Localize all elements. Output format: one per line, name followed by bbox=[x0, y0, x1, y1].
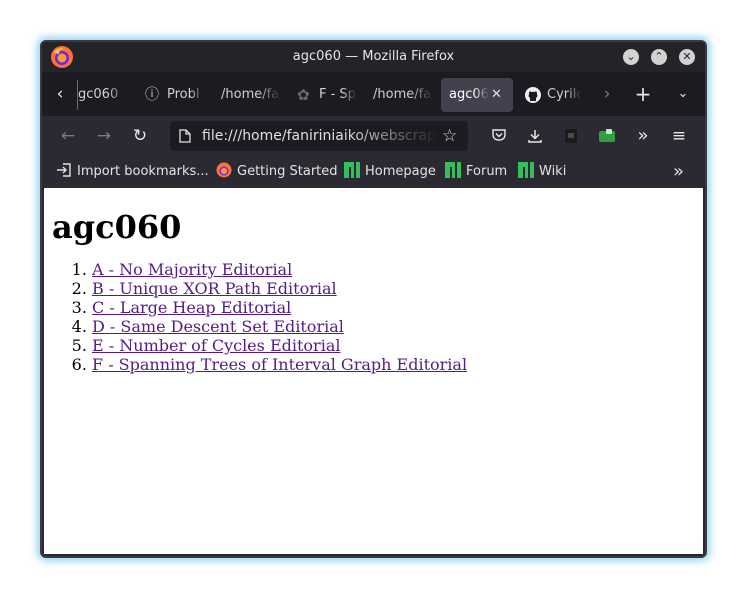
window-title: agc060 — Mozilla Firefox bbox=[292, 49, 455, 64]
bookmark-label: Import bookmarks... bbox=[77, 164, 209, 179]
bookmark-label: Homepage bbox=[365, 164, 436, 179]
tab-home-file-2[interactable]: /home/fa bbox=[373, 78, 433, 112]
list-item: C - Large Heap Editorial bbox=[92, 298, 467, 317]
back-arrow-icon[interactable]: ← bbox=[56, 124, 80, 148]
firefox-icon bbox=[216, 162, 232, 178]
bookmark-homepage[interactable]: Homepage bbox=[344, 156, 436, 188]
bookmarks-toolbar: Import bookmarks... Getting Started Home… bbox=[42, 156, 705, 189]
minimize-icon[interactable]: ⌄ bbox=[623, 49, 639, 65]
info-icon: ⓘ bbox=[145, 87, 159, 103]
bookmark-wiki[interactable]: Wiki bbox=[518, 156, 566, 188]
list-item: B - Unique XOR Path Editorial bbox=[92, 279, 467, 298]
editorial-link-e[interactable]: E - Number of Cycles Editorial bbox=[92, 336, 340, 355]
tab-spanning-trees[interactable]: ✿ F - Sp bbox=[297, 78, 359, 112]
list-item: D - Same Descent Set Editorial bbox=[92, 317, 467, 336]
maximize-icon[interactable]: ⌃ bbox=[651, 49, 667, 65]
atcoder-icon: ✿ bbox=[297, 86, 310, 104]
scroll-tabs-left-icon[interactable]: ‹ bbox=[48, 82, 72, 106]
tab-github-cyrilc[interactable]: Cyrilc bbox=[525, 78, 581, 112]
bookmark-label: Forum bbox=[466, 164, 508, 179]
tab-agc060-partial[interactable]: gc060 bbox=[78, 78, 128, 112]
scroll-tabs-right-icon[interactable]: › bbox=[595, 82, 619, 106]
more-tools-icon[interactable]: » bbox=[631, 124, 655, 148]
bookmark-star-icon[interactable]: ☆ bbox=[442, 121, 457, 151]
editorial-list: A - No Majority Editorial B - Unique XOR… bbox=[52, 260, 467, 374]
bookmark-label: Wiki bbox=[539, 164, 567, 179]
editorial-link-b[interactable]: B - Unique XOR Path Editorial bbox=[92, 279, 337, 298]
bookmark-label: Getting Started bbox=[237, 164, 338, 179]
manjaro-icon bbox=[344, 162, 360, 178]
list-item: E - Number of Cycles Editorial bbox=[92, 336, 467, 355]
tab-label: /home/fa bbox=[373, 87, 432, 102]
tab-problems[interactable]: ⓘ Probl bbox=[145, 78, 207, 112]
downloads-icon[interactable] bbox=[523, 124, 547, 148]
tab-label: gc060 bbox=[78, 87, 119, 102]
tab-label: agc060 bbox=[449, 87, 489, 102]
close-tab-icon[interactable]: ✕ bbox=[491, 78, 502, 112]
more-bookmarks-icon[interactable]: » bbox=[673, 156, 684, 188]
editorial-link-d[interactable]: D - Same Descent Set Editorial bbox=[92, 317, 344, 336]
forward-arrow-icon[interactable]: → bbox=[92, 124, 116, 148]
bookmark-getting-started[interactable]: Getting Started bbox=[216, 156, 338, 188]
tab-home-file-1[interactable]: /home/fa bbox=[221, 78, 281, 112]
list-item: F - Spanning Trees of Interval Graph Edi… bbox=[92, 355, 467, 374]
app-menu-icon[interactable]: ≡ bbox=[667, 124, 691, 148]
url-bar[interactable]: file:///home/faniriniaiko/webscrapping ☆ bbox=[170, 121, 468, 151]
title-bar[interactable]: agc060 — Mozilla Firefox ⌄ ⌃ ✕ bbox=[42, 42, 705, 72]
manjaro-icon bbox=[518, 162, 534, 178]
import-icon bbox=[57, 163, 71, 177]
page-content: agc060 A - No Majority Editorial B - Uni… bbox=[44, 188, 703, 554]
close-window-icon[interactable]: ✕ bbox=[679, 49, 695, 65]
pocket-icon[interactable] bbox=[487, 124, 511, 148]
list-item: A - No Majority Editorial bbox=[92, 260, 467, 279]
page-heading: agc060 bbox=[52, 208, 182, 246]
manjaro-icon bbox=[445, 162, 461, 178]
navigation-bar: ← → ↻ file:///home/faniriniaiko/webscrap… bbox=[42, 116, 705, 156]
tab-label: Probl bbox=[167, 87, 200, 102]
list-all-tabs-icon[interactable]: ⌄ bbox=[671, 82, 695, 106]
bookmark-import[interactable]: Import bookmarks... bbox=[56, 156, 209, 188]
editorial-link-c[interactable]: C - Large Heap Editorial bbox=[92, 298, 291, 317]
tab-label: Cyrilc bbox=[547, 87, 581, 102]
tab-label: /home/fa bbox=[221, 87, 280, 102]
tab-agc060-active[interactable]: agc060 ✕ bbox=[441, 78, 513, 112]
bookmark-forum[interactable]: Forum bbox=[445, 156, 507, 188]
extension-green-icon[interactable] bbox=[595, 124, 619, 148]
github-icon bbox=[525, 87, 541, 103]
url-text[interactable]: file:///home/faniriniaiko/webscrapping bbox=[202, 121, 438, 151]
tab-bar: ‹ gc060 ⓘ Probl /home/fa ✿ F - Sp /home/… bbox=[42, 72, 705, 116]
editorial-link-f[interactable]: F - Spanning Trees of Interval Graph Edi… bbox=[92, 355, 467, 374]
editorial-link-a[interactable]: A - No Majority Editorial bbox=[92, 260, 292, 279]
file-page-icon bbox=[179, 129, 191, 143]
extension-dark-icon[interactable] bbox=[559, 124, 583, 148]
browser-window: agc060 — Mozilla Firefox ⌄ ⌃ ✕ ‹ gc060 ⓘ… bbox=[40, 40, 707, 558]
tab-label: F - Sp bbox=[319, 87, 356, 102]
reload-icon[interactable]: ↻ bbox=[128, 124, 152, 148]
new-tab-icon[interactable]: + bbox=[631, 82, 655, 106]
